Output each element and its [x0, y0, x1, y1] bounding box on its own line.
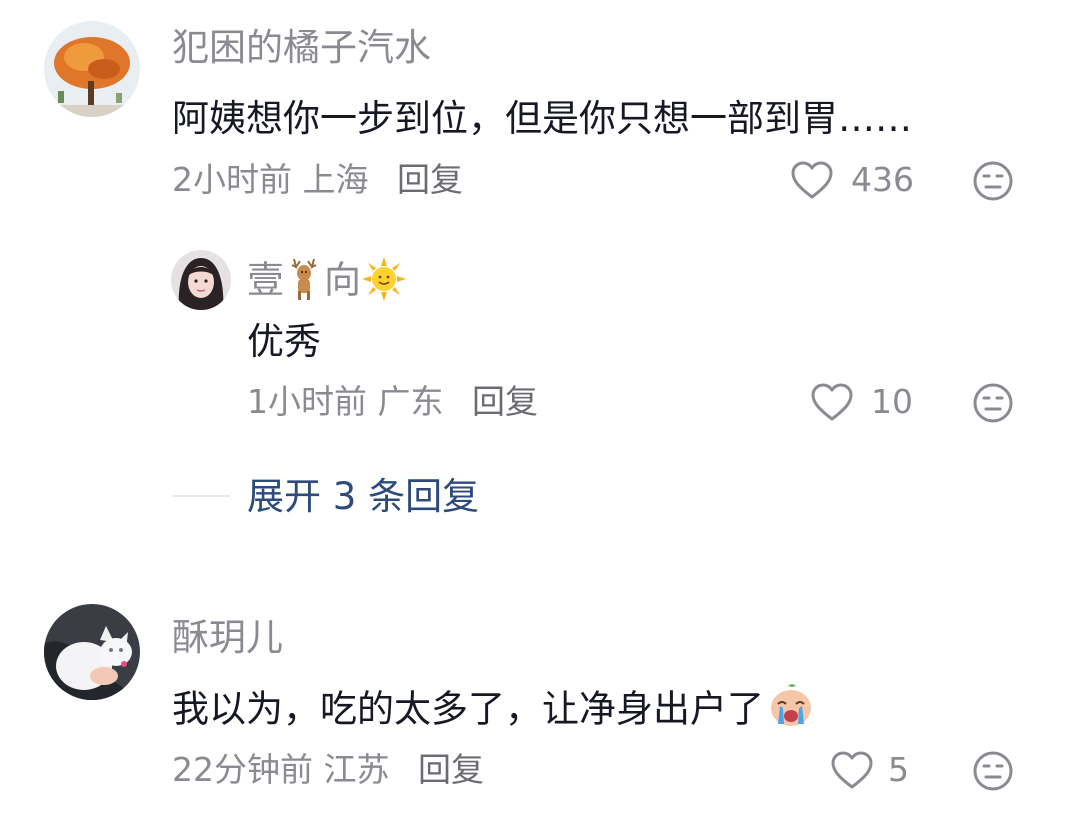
heart-icon[interactable]: [830, 750, 874, 790]
dislike-face-icon[interactable]: [972, 750, 1014, 792]
like-count: 5: [888, 750, 909, 789]
reply-meta: 1小时前 广东 回复: [247, 385, 538, 418]
reply-text: 优秀: [247, 320, 321, 363]
avatar[interactable]: [44, 21, 140, 117]
comment-time: 22分钟前: [172, 750, 313, 789]
comment-time: 2小时前: [172, 160, 292, 199]
comment-username[interactable]: 犯困的橘子汽水: [172, 29, 431, 66]
reply-username-prefix: 壹: [247, 258, 284, 302]
girl-avatar-icon: [171, 250, 231, 310]
reply-time: 1小时前: [247, 382, 367, 421]
reply-username[interactable]: 壹 向: [247, 256, 407, 308]
like-count: 10: [871, 382, 913, 421]
comment-meta: 22分钟前 江苏 回复: [172, 753, 484, 786]
comment-text: 阿姨想你一步到位，但是你只想一部到胃……: [172, 97, 912, 140]
orange-tree-avatar-icon: [44, 21, 140, 117]
heart-icon[interactable]: [790, 160, 834, 200]
heart-icon[interactable]: [810, 382, 854, 422]
comment-text-content: 我以为，吃的太多了，让净身出户了: [172, 687, 764, 731]
crying-face-icon: [766, 680, 816, 734]
reply-location: 广东: [377, 382, 444, 421]
expand-divider: [172, 495, 230, 497]
reply-button[interactable]: 回复: [418, 750, 484, 789]
cat-avatar-icon: [44, 604, 140, 700]
comment-meta: 2小时前 上海 回复: [172, 163, 463, 196]
reply-username-middle: 向: [324, 258, 361, 302]
expand-replies-button[interactable]: 展开 3 条回复: [247, 478, 479, 515]
like-count: 436: [851, 160, 914, 199]
deer-icon: [284, 257, 324, 307]
dislike-face-icon[interactable]: [972, 382, 1014, 424]
comment-location: 上海: [302, 160, 369, 199]
comment-location: 江苏: [323, 750, 390, 789]
reply-button[interactable]: 回复: [397, 160, 463, 199]
avatar[interactable]: [44, 604, 140, 700]
comment-username[interactable]: 酥玥儿: [172, 619, 283, 656]
reply-button[interactable]: 回复: [472, 382, 538, 421]
dislike-face-icon[interactable]: [972, 160, 1014, 202]
avatar[interactable]: [171, 250, 231, 310]
sun-icon: [361, 256, 407, 308]
comment-text: 我以为，吃的太多了，让净身出户了: [172, 684, 816, 734]
